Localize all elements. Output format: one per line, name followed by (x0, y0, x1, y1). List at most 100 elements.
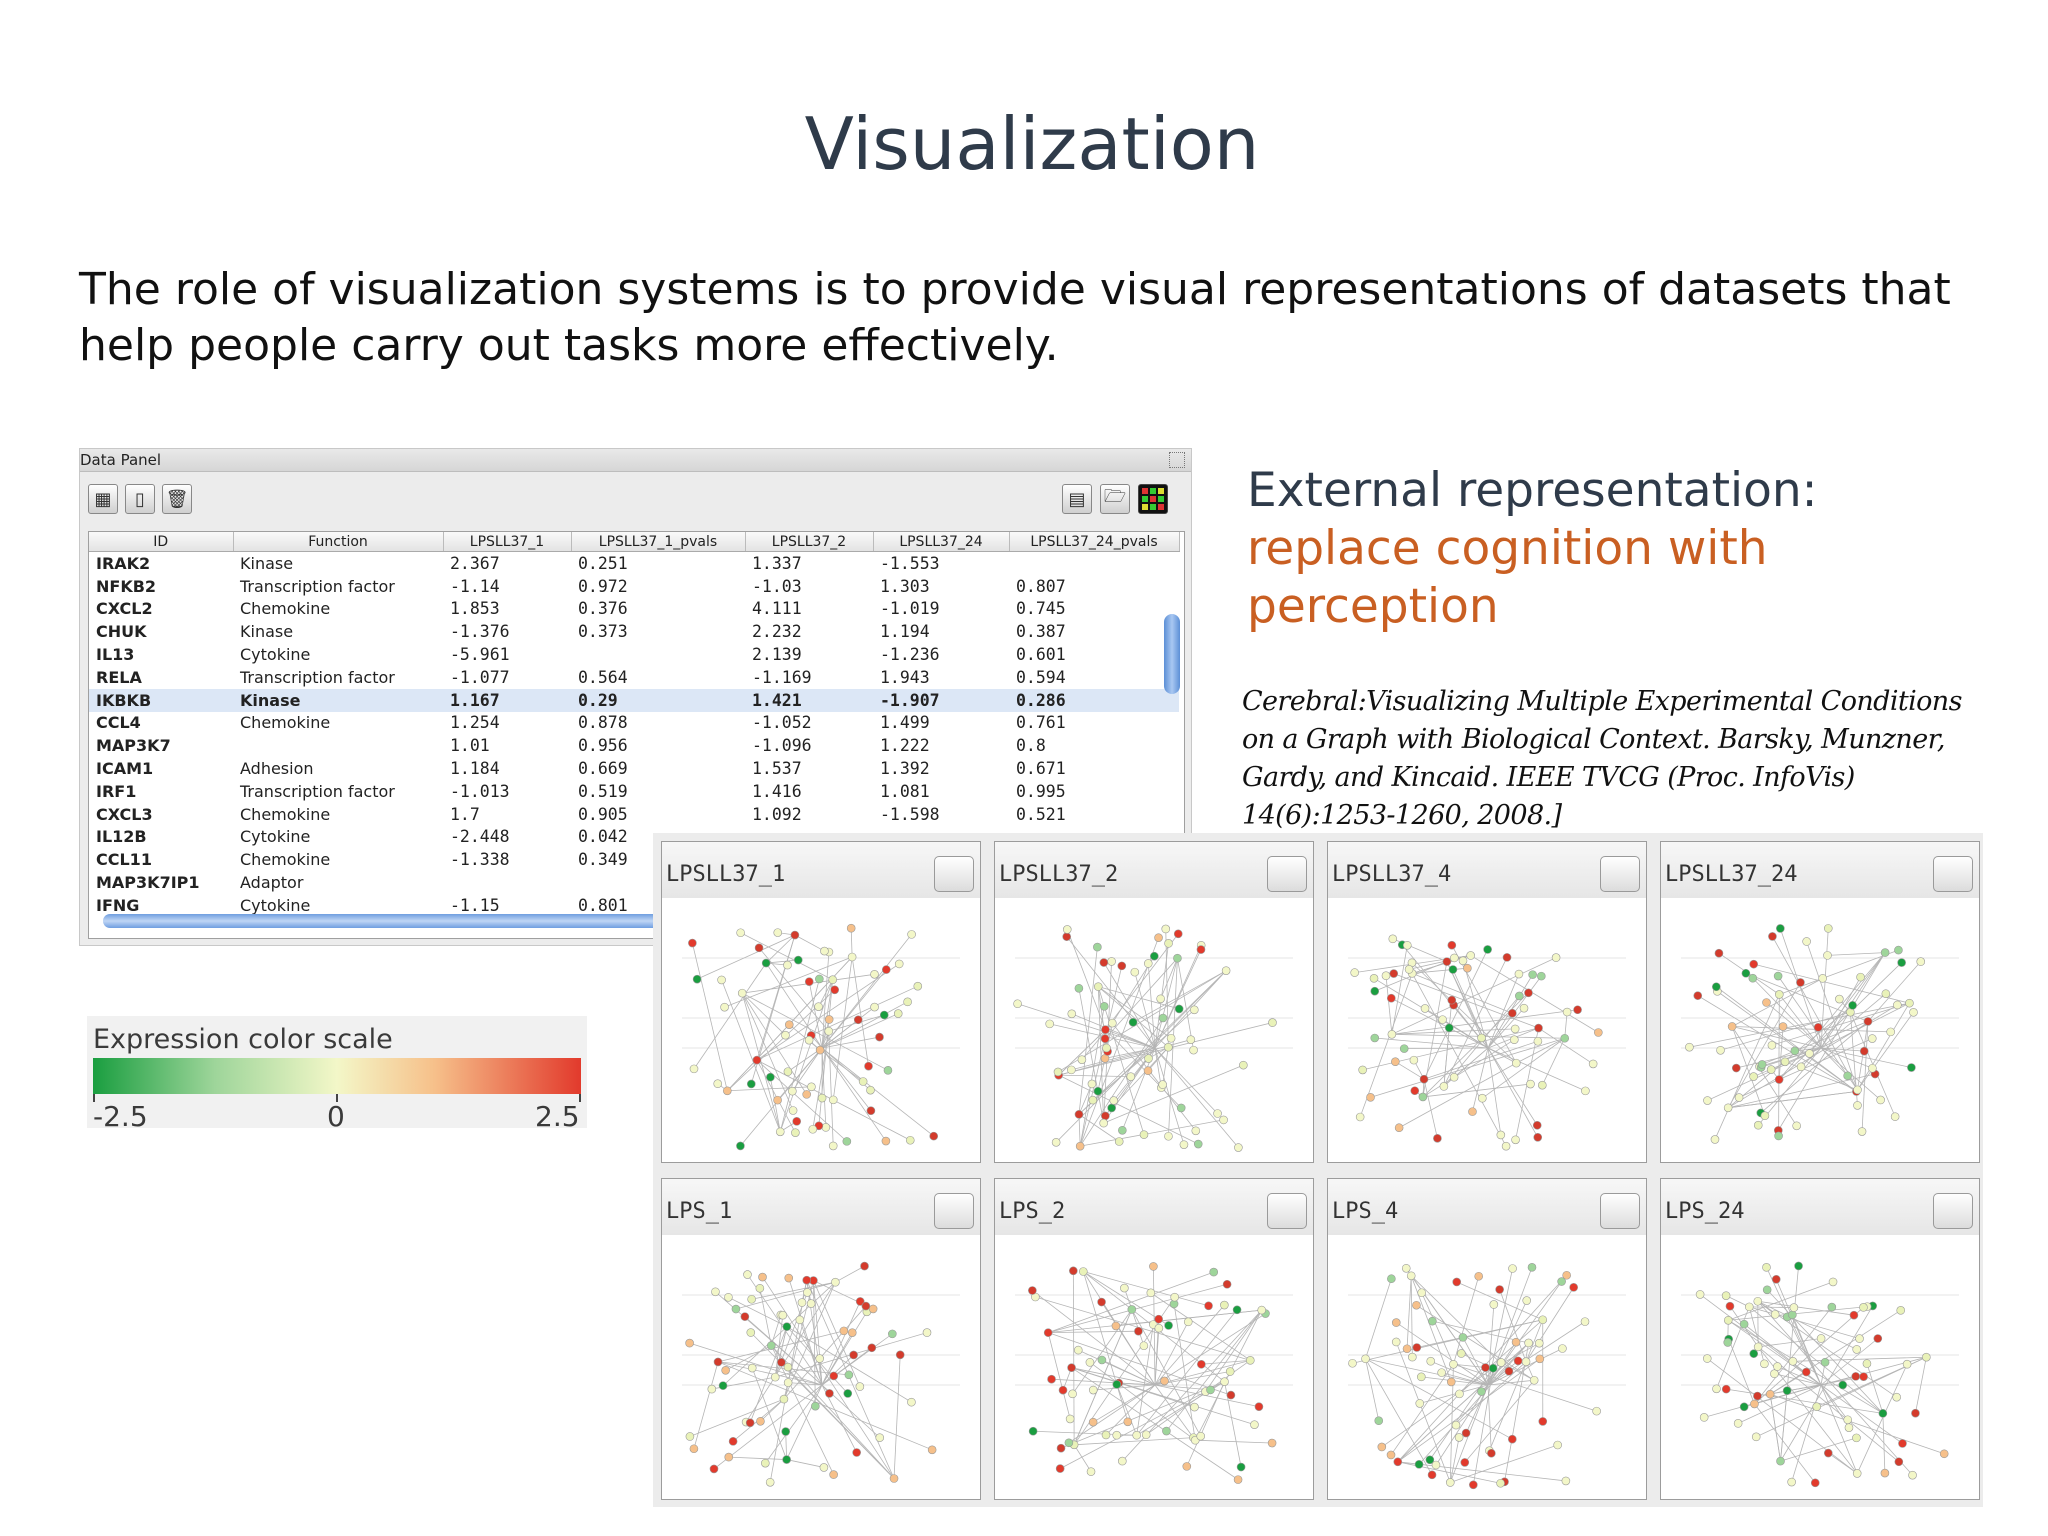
table-row[interactable]: IKBKB Kinase 1.167 0.29 1.421 -1.907 0.286 (89, 688, 1179, 712)
value-cell: 0.669 (578, 759, 628, 779)
network-small-multiples: LPSLL37_1 LPSLL37_2 LPSLL37_4 LPSLL37_24 LPS… (653, 833, 1983, 1507)
color-scale-mid: 0 (327, 1100, 345, 1133)
panel-options-icon[interactable] (934, 1193, 974, 1229)
column-header[interactable]: LPSLL37_24 (873, 532, 1010, 552)
network-panel-header: LPS_1 (662, 1179, 980, 1235)
value-cell: -1.14 (450, 576, 500, 596)
value-cell: 0.29 (571, 688, 745, 712)
panel-options-icon[interactable] (1267, 1193, 1307, 1229)
value-cell: 1.416 (752, 781, 802, 801)
network-panel[interactable]: LPSLL37_4 (1327, 841, 1647, 1163)
document-icon[interactable]: ▯ (125, 484, 155, 514)
function-cell: Kinase (240, 622, 294, 642)
value-cell: 1.943 (880, 667, 930, 687)
table-row[interactable]: CCL4 Chemokine 1.254 0.878 -1.052 1.499 0.761 (89, 712, 1179, 735)
color-scale-bar (93, 1058, 581, 1094)
value-cell: -1.598 (880, 804, 940, 824)
network-graph (1015, 1262, 1293, 1484)
panel-options-icon[interactable] (934, 856, 974, 892)
network-panel-header: LPS_4 (1328, 1179, 1646, 1235)
value-cell: 0.995 (1016, 781, 1066, 801)
network-panel[interactable]: LPSLL37_2 (994, 841, 1314, 1163)
table-row[interactable]: NFKB2 Transcription factor -1.14 0.972 -1.03… (89, 575, 1179, 598)
panel-options-icon[interactable] (1267, 856, 1307, 892)
color-scale-min: -2.5 (93, 1100, 148, 1133)
gene-id-cell: IL12B (96, 827, 147, 847)
color-scale-max: 2.5 (535, 1100, 580, 1133)
value-cell: 1.167 (443, 688, 571, 712)
heatmap-icon[interactable] (1138, 484, 1168, 514)
horizontal-scrollbar[interactable] (103, 914, 663, 928)
value-cell: 1.537 (752, 759, 802, 779)
table-row[interactable]: ICAM1 Adhesion 1.184 0.669 1.537 1.392 0.671 (89, 757, 1179, 780)
column-header[interactable]: LPSLL37_1 (443, 532, 572, 552)
table-row[interactable]: CHUK Kinase -1.376 0.373 2.232 1.194 0.387 (89, 620, 1179, 643)
function-cell: Transcription factor (240, 667, 395, 687)
table-row[interactable]: CXCL3 Chemokine 1.7 0.905 1.092 -1.598 0.521 (89, 803, 1179, 826)
value-cell: 0.521 (1016, 804, 1066, 824)
network-panel[interactable]: LPS_24 (1660, 1178, 1980, 1500)
function-cell: Cytokine (240, 645, 311, 665)
value-cell: -1.338 (450, 850, 510, 870)
gene-id-cell: MAP3K7 (96, 736, 171, 756)
value-cell: 2.367 (450, 553, 500, 573)
value-cell: 1.092 (752, 804, 802, 824)
gene-id-cell: CXCL3 (96, 804, 153, 824)
column-header[interactable]: LPSLL37_2 (745, 532, 874, 552)
gene-id-cell: ICAM1 (96, 759, 154, 779)
value-cell (443, 871, 571, 894)
gene-id-cell: CCL11 (96, 850, 152, 870)
function-cell (233, 734, 443, 757)
function-cell: Chemokine (240, 713, 331, 733)
table-row[interactable]: IRF1 Transcription factor -1.013 0.519 1.416… (89, 780, 1179, 803)
value-cell: 1.254 (450, 713, 500, 733)
network-panel[interactable]: LPS_4 (1327, 1178, 1647, 1500)
value-cell: -1.052 (752, 713, 812, 733)
panel-options-icon[interactable] (1933, 856, 1973, 892)
trash-icon[interactable]: 🗑 (162, 484, 192, 514)
table-row[interactable]: IRAK2 Kinase 2.367 0.251 1.337 -1.553 (89, 552, 1179, 575)
panel-options-icon[interactable] (1600, 1193, 1640, 1229)
function-cell: Adhesion (240, 759, 314, 779)
column-header[interactable]: LPSLL37_1_pvals (571, 532, 746, 552)
panel-options-icon[interactable] (1933, 1193, 1973, 1229)
table-row[interactable]: MAP3K7 1.01 0.956 -1.096 1.222 0.8 (89, 734, 1179, 757)
value-cell: -1.169 (752, 667, 812, 687)
table-row[interactable]: RELA Transcription factor -1.077 0.564 -1.16… (89, 666, 1179, 689)
value-cell: 0.286 (1009, 688, 1179, 712)
network-panel-title: LPS_24 (1665, 1199, 1745, 1224)
table-icon[interactable]: ▦ (88, 484, 118, 514)
network-graph (1348, 934, 1626, 1151)
column-header[interactable]: ID (89, 532, 234, 552)
value-cell: 0.905 (578, 804, 628, 824)
vertical-scrollbar[interactable] (1164, 614, 1180, 694)
value-cell: 0.564 (578, 667, 628, 687)
resize-icon[interactable] (1169, 452, 1185, 468)
value-cell: 0.956 (578, 736, 628, 756)
value-cell: -1.013 (450, 781, 510, 801)
function-cell: Adaptor (240, 873, 304, 893)
column-header[interactable]: LPSLL37_24_pvals (1009, 532, 1180, 552)
gene-id-cell: RELA (96, 667, 142, 687)
network-panel[interactable]: LPSLL37_1 (661, 841, 981, 1163)
expression-color-scale: Expression color scale -2.5 0 2.5 (87, 1016, 587, 1133)
column-header[interactable]: Function (233, 532, 444, 552)
network-panel[interactable]: LPS_1 (661, 1178, 981, 1500)
gene-id-cell: MAP3K7IP1 (96, 873, 200, 893)
panel-options-icon[interactable] (1600, 856, 1640, 892)
spreadsheet-icon[interactable]: ▤ (1062, 484, 1092, 514)
value-cell: 0.594 (1016, 667, 1066, 687)
table-row[interactable]: CXCL2 Chemokine 1.853 0.376 4.111 -1.019 0.745 (89, 598, 1179, 621)
gene-id-cell: IKBKB (89, 688, 233, 712)
network-panel-header: LPSLL37_2 (995, 842, 1313, 898)
folder-open-icon[interactable]: 🗁 (1100, 484, 1130, 514)
network-panel[interactable]: LPSLL37_24 (1660, 841, 1980, 1163)
value-cell: 1.421 (745, 688, 873, 712)
slide-subtitle: The role of visualization systems is to … (79, 264, 1951, 371)
value-cell: 0.387 (1016, 622, 1066, 642)
network-panel[interactable]: LPS_2 (994, 1178, 1314, 1500)
gene-id-cell: CCL4 (96, 713, 141, 733)
value-cell: 0.972 (578, 576, 628, 596)
table-row[interactable]: IL13 Cytokine -5.961 2.139 -1.236 0.601 (89, 643, 1179, 666)
value-cell: -1.096 (752, 736, 812, 756)
